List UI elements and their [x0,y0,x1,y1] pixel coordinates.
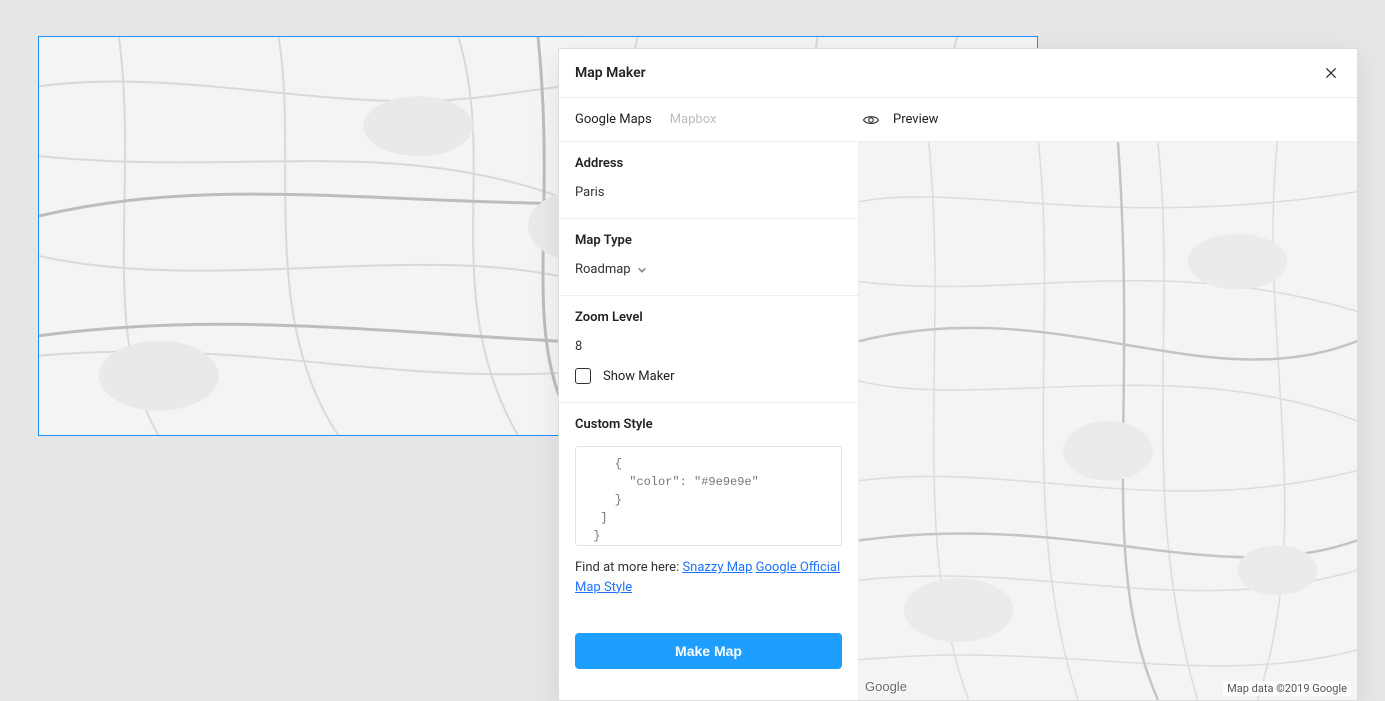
section-custom-style: Custom Style { "color": "#9e9e9e" } ] } … [559,403,858,615]
map-type-select[interactable]: Roadmap [575,262,842,277]
modal-body: Address Paris Map Type Roadmap Zoom Leve… [559,142,1357,700]
preview-column[interactable]: Google Map data ©2019 Google [859,142,1357,700]
section-map-type: Map Type Roadmap [559,219,858,296]
close-button[interactable] [1321,63,1341,83]
custom-style-label: Custom Style [575,417,842,432]
show-marker-checkbox[interactable] [575,368,591,384]
map-maker-modal: Map Maker Google Maps Mapbox Preview Add… [558,48,1358,701]
find-more-text: Find at more here: Snazzy Map Google Off… [575,558,842,597]
map-type-label: Map Type [575,233,842,248]
preview-map-svg [859,142,1357,700]
link-snazzy-map[interactable]: Snazzy Map [682,560,752,575]
eye-icon [859,108,883,132]
zoom-input[interactable]: 8 [575,339,842,354]
modal-header: Map Maker [559,49,1357,98]
form-column: Address Paris Map Type Roadmap Zoom Leve… [559,142,859,700]
provider-tabs: Google Maps Mapbox [559,98,859,141]
preview-label: Preview [883,112,938,127]
zoom-label: Zoom Level [575,310,842,325]
address-label: Address [575,156,842,171]
section-address: Address Paris [559,142,858,219]
tab-google-maps[interactable]: Google Maps [575,112,652,127]
map-type-value: Roadmap [575,262,631,277]
find-more-prefix: Find at more here: [575,560,682,575]
show-marker-row[interactable]: Show Maker [575,368,842,384]
modal-subheader: Google Maps Mapbox Preview [559,98,1357,142]
show-marker-label: Show Maker [603,369,674,384]
modal-title: Map Maker [575,65,646,81]
make-map-button[interactable]: Make Map [575,633,842,669]
section-zoom: Zoom Level 8 Show Maker [559,296,858,403]
google-logo: Google [865,679,907,694]
map-attribution: Map data ©2019 Google [1223,681,1351,696]
tab-mapbox[interactable]: Mapbox [670,112,717,127]
chevron-down-icon [637,265,647,275]
close-icon [1323,65,1339,81]
address-input[interactable]: Paris [575,185,842,200]
custom-style-textarea[interactable]: { "color": "#9e9e9e" } ] } ] [575,446,842,546]
